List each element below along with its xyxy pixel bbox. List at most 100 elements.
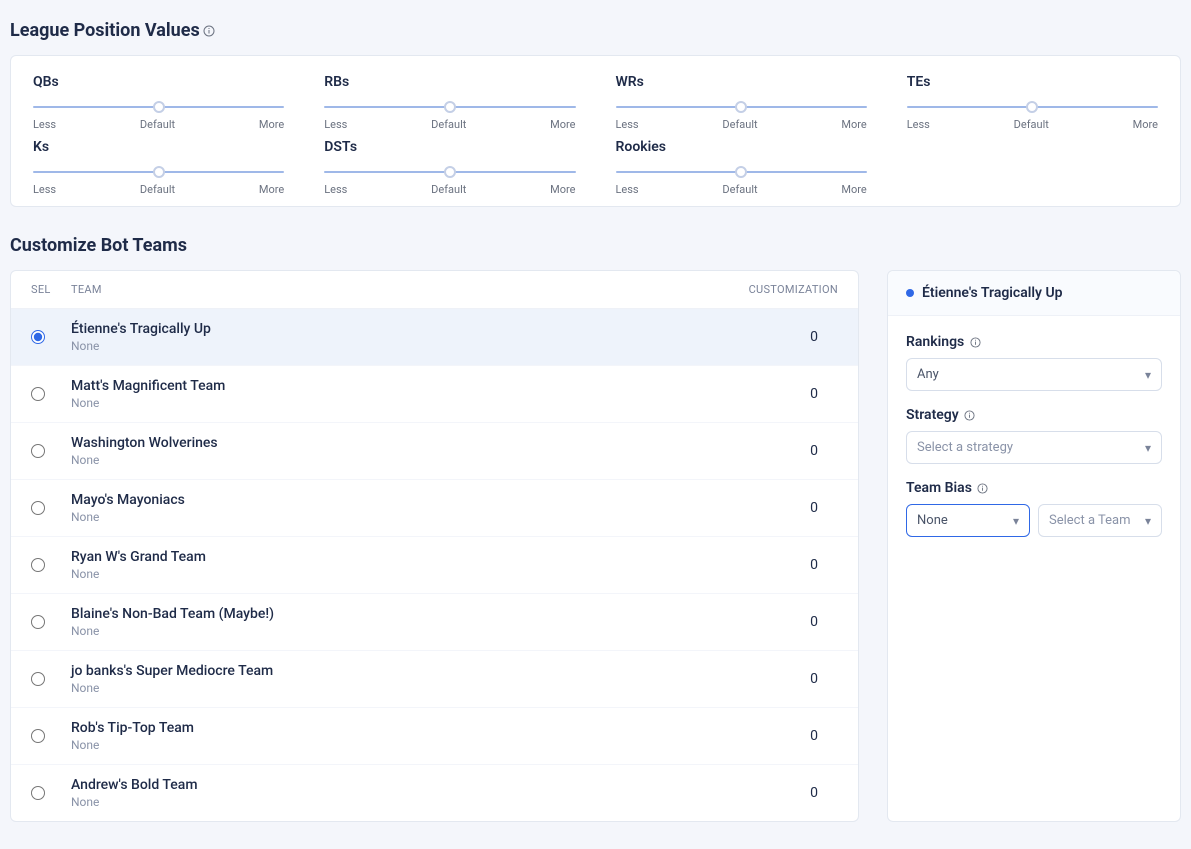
team-customization-count: 0 [718, 386, 838, 402]
team-select-radio[interactable] [31, 558, 45, 572]
team-customization-count: 0 [718, 614, 838, 630]
slider-mid-label: Default [431, 118, 466, 131]
slider-min-label: Less [33, 118, 56, 131]
position-values-card: QBs Less Default More RBs Less Default M… [10, 55, 1181, 207]
team-name: Ryan W's Grand Team [71, 549, 718, 565]
info-icon[interactable] [202, 24, 216, 38]
slider-min-label: Less [33, 183, 56, 196]
slider-mid-label: Default [1014, 118, 1049, 131]
team-customization-count: 0 [718, 500, 838, 516]
slider-thumb[interactable] [735, 101, 747, 113]
slider-label: RBs [324, 74, 575, 90]
slider-min-label: Less [324, 118, 347, 131]
team-customization-panel: Étienne's Tragically Up Rankings Any ▾ S… [887, 270, 1181, 822]
team-customization-count: 0 [718, 557, 838, 573]
slider-label: QBs [33, 74, 284, 90]
position-slider: QBs Less Default More [33, 74, 284, 131]
team-select-radio[interactable] [31, 501, 45, 515]
slider-mid-label: Default [722, 183, 757, 196]
team-name: Rob's Tip-Top Team [71, 720, 718, 736]
info-icon[interactable] [963, 408, 977, 422]
team-name: Matt's Magnificent Team [71, 378, 718, 394]
table-header-row: SEL TEAM CUSTOMIZATION [11, 271, 858, 309]
team-name: Blaine's Non-Bad Team (Maybe!) [71, 606, 718, 622]
slider-min-label: Less [616, 183, 639, 196]
team-subtext: None [71, 738, 718, 752]
team-name: Washington Wolverines [71, 435, 718, 451]
table-row[interactable]: Blaine's Non-Bad Team (Maybe!) None 0 [11, 594, 858, 651]
slider-thumb[interactable] [1026, 101, 1038, 113]
slider-label: TEs [907, 74, 1158, 90]
table-row[interactable]: Mayo's Mayoniacs None 0 [11, 480, 858, 537]
slider-thumb[interactable] [444, 166, 456, 178]
slider-thumb[interactable] [153, 101, 165, 113]
slider-max-label: More [550, 118, 575, 131]
team-customization-count: 0 [718, 785, 838, 801]
team-name: Andrew's Bold Team [71, 777, 718, 793]
team-name: Mayo's Mayoniacs [71, 492, 718, 508]
team-select-radio[interactable] [31, 672, 45, 686]
team-select-radio[interactable] [31, 729, 45, 743]
col-header-team: TEAM [71, 283, 718, 296]
team-select-radio[interactable] [31, 786, 45, 800]
slider-thumb[interactable] [153, 166, 165, 178]
table-row[interactable]: Étienne's Tragically Up None 0 [11, 309, 858, 366]
team-subtext: None [71, 795, 718, 809]
active-indicator-dot [906, 289, 914, 297]
team-customization-count: 0 [718, 671, 838, 687]
slider-label: WRs [616, 74, 867, 90]
slider-label: Ks [33, 139, 284, 155]
slider-track[interactable] [33, 165, 284, 179]
table-row[interactable]: jo banks's Super Mediocre Team None 0 [11, 651, 858, 708]
table-row[interactable]: Ryan W's Grand Team None 0 [11, 537, 858, 594]
team-subtext: None [71, 624, 718, 638]
info-icon[interactable] [968, 335, 982, 349]
position-slider: Ks Less Default More [33, 139, 284, 196]
team-subtext: None [71, 339, 718, 353]
slider-track[interactable] [907, 100, 1158, 114]
slider-label: DSTs [324, 139, 575, 155]
position-slider: DSTs Less Default More [324, 139, 575, 196]
chevron-down-icon: ▾ [1145, 368, 1151, 382]
customize-bot-teams-heading: Customize Bot Teams [10, 235, 1181, 256]
position-slider: TEs Less Default More [907, 74, 1158, 131]
team-customization-count: 0 [718, 728, 838, 744]
strategy-select[interactable]: Select a strategy ▾ [906, 431, 1162, 464]
slider-min-label: Less [907, 118, 930, 131]
table-row[interactable]: Matt's Magnificent Team None 0 [11, 366, 858, 423]
strategy-label: Strategy [906, 407, 1162, 423]
info-icon[interactable] [976, 481, 990, 495]
slider-min-label: Less [324, 183, 347, 196]
position-slider: Rookies Less Default More [616, 139, 867, 196]
slider-track[interactable] [616, 100, 867, 114]
team-bias-type-select[interactable]: None ▾ [906, 504, 1030, 537]
team-bias-team-select[interactable]: Select a Team ▾ [1038, 504, 1162, 537]
chevron-down-icon: ▾ [1013, 514, 1019, 528]
team-select-radio[interactable] [31, 444, 45, 458]
chevron-down-icon: ▾ [1145, 441, 1151, 455]
team-select-radio[interactable] [31, 387, 45, 401]
table-row[interactable]: Rob's Tip-Top Team None 0 [11, 708, 858, 765]
team-bias-label: Team Bias [906, 480, 1162, 496]
team-subtext: None [71, 453, 718, 467]
table-row[interactable]: Washington Wolverines None 0 [11, 423, 858, 480]
table-row[interactable]: Andrew's Bold Team None 0 [11, 765, 858, 821]
col-header-sel: SEL [31, 283, 71, 296]
rankings-select[interactable]: Any ▾ [906, 358, 1162, 391]
slider-track[interactable] [33, 100, 284, 114]
position-slider: WRs Less Default More [616, 74, 867, 131]
slider-mid-label: Default [140, 183, 175, 196]
slider-mid-label: Default [722, 118, 757, 131]
team-select-radio[interactable] [31, 330, 45, 344]
team-subtext: None [71, 510, 718, 524]
slider-thumb[interactable] [735, 166, 747, 178]
slider-max-label: More [841, 118, 866, 131]
slider-thumb[interactable] [444, 101, 456, 113]
slider-max-label: More [259, 118, 284, 131]
slider-track[interactable] [324, 165, 575, 179]
slider-label: Rookies [616, 139, 867, 155]
team-customization-count: 0 [718, 443, 838, 459]
slider-track[interactable] [324, 100, 575, 114]
slider-track[interactable] [616, 165, 867, 179]
team-select-radio[interactable] [31, 615, 45, 629]
